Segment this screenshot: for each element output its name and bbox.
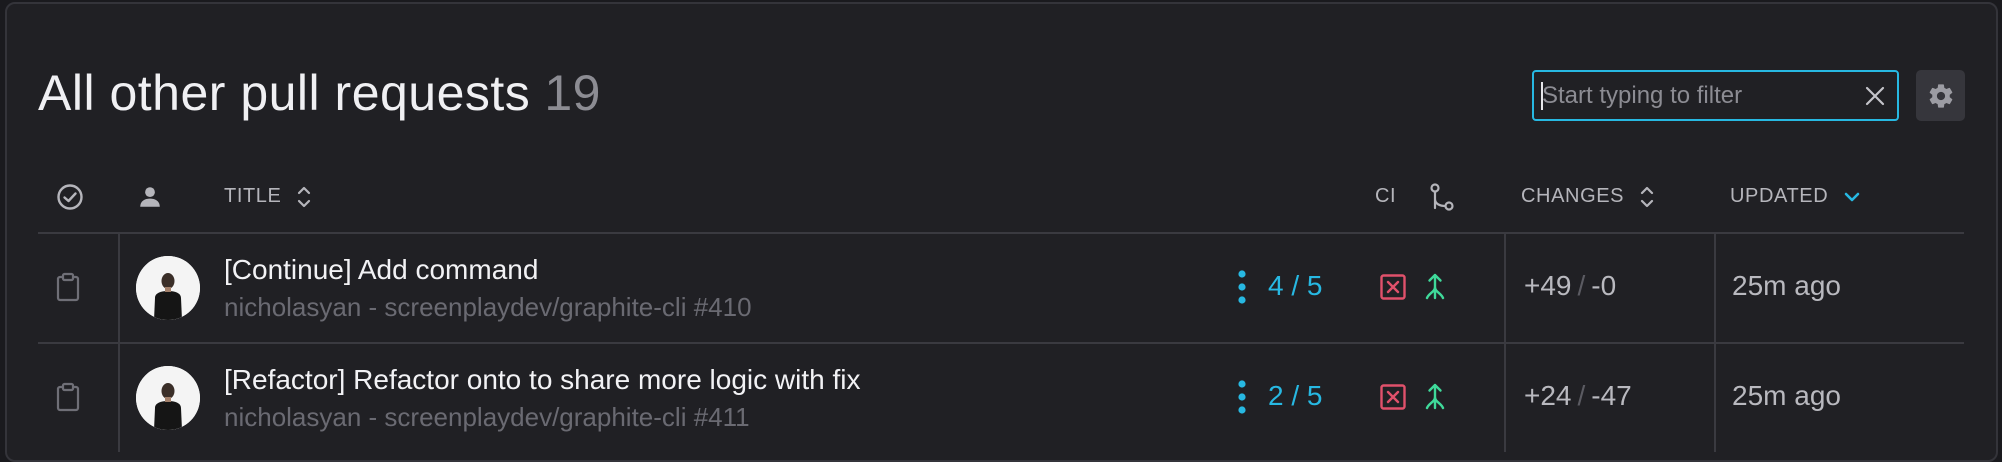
git-branch-icon <box>1430 182 1454 211</box>
pr-subtitle: nicholasyan - screenplaydev/graphite-cli… <box>224 292 752 322</box>
additions: +24 <box>1524 380 1572 411</box>
ci-failed-icon[interactable] <box>1380 274 1406 300</box>
pr-subtitle: nicholasyan - screenplaydev/graphite-cli… <box>224 402 750 432</box>
clipboard-icon[interactable] <box>56 272 80 302</box>
changes-column-label: CHANGES <box>1521 185 1625 207</box>
changes-separator: / <box>1577 380 1586 411</box>
ci-column-label: CI <box>1375 185 1397 207</box>
additions: +49 <box>1524 270 1572 301</box>
filter-field[interactable] <box>1532 70 1899 121</box>
more-options-icon[interactable] <box>1236 269 1248 305</box>
settings-button[interactable] <box>1916 70 1965 121</box>
updated-time: 25m ago <box>1732 380 1841 411</box>
merge-icon[interactable] <box>1422 272 1448 300</box>
review-progress[interactable]: 2 / 5 <box>1268 380 1322 412</box>
gear-icon <box>1929 83 1952 108</box>
author-column-header <box>137 160 163 233</box>
title-column-header[interactable]: TITLE <box>224 160 313 233</box>
avatar[interactable] <box>136 256 200 320</box>
ci-failed-icon[interactable] <box>1380 384 1406 410</box>
branch-column-header <box>1428 160 1456 233</box>
updated-column-header[interactable]: UPDATED <box>1730 160 1862 233</box>
table-row[interactable]: [Continue] Add command nicholasyan - scr… <box>38 234 1964 342</box>
updated-column-label: UPDATED <box>1730 185 1829 207</box>
more-options-icon[interactable] <box>1236 379 1248 415</box>
filter-input[interactable] <box>1542 72 1842 119</box>
title-column-label: TITLE <box>224 185 282 207</box>
deletions: -0 <box>1591 270 1617 301</box>
chevron-down-icon <box>1844 192 1860 201</box>
person-icon <box>140 186 160 207</box>
changes-separator: / <box>1577 270 1586 301</box>
review-progress[interactable]: 4 / 5 <box>1268 270 1322 302</box>
merge-icon[interactable] <box>1422 382 1448 410</box>
page-title: All other pull requests 19 <box>38 64 601 122</box>
clipboard-icon[interactable] <box>56 382 80 412</box>
avatar-image <box>136 366 200 430</box>
pr-count: 19 <box>544 65 601 121</box>
select-all-toggle[interactable] <box>56 160 84 233</box>
page-title-text: All other pull requests <box>38 65 531 121</box>
ci-column-header: CI <box>1375 160 1396 233</box>
deletions: -47 <box>1591 380 1632 411</box>
line-changes: +24/-47 <box>1524 380 1632 412</box>
sort-icon <box>298 186 311 207</box>
close-icon[interactable] <box>1863 84 1887 108</box>
pr-title[interactable]: [Refactor] Refactor onto to share more l… <box>224 364 861 396</box>
avatar[interactable] <box>136 366 200 430</box>
sort-icon <box>1641 186 1654 207</box>
table-row[interactable]: [Refactor] Refactor onto to share more l… <box>38 344 1964 452</box>
changes-column-header[interactable]: CHANGES <box>1521 160 1656 233</box>
updated-time: 25m ago <box>1732 270 1841 301</box>
pr-title[interactable]: [Continue] Add command <box>224 254 538 286</box>
table-header: TITLE CI CHANGES UPDATED <box>38 160 1964 233</box>
check-circle-icon <box>57 183 83 210</box>
avatar-image <box>136 256 200 320</box>
line-changes: +49/-0 <box>1524 270 1616 302</box>
